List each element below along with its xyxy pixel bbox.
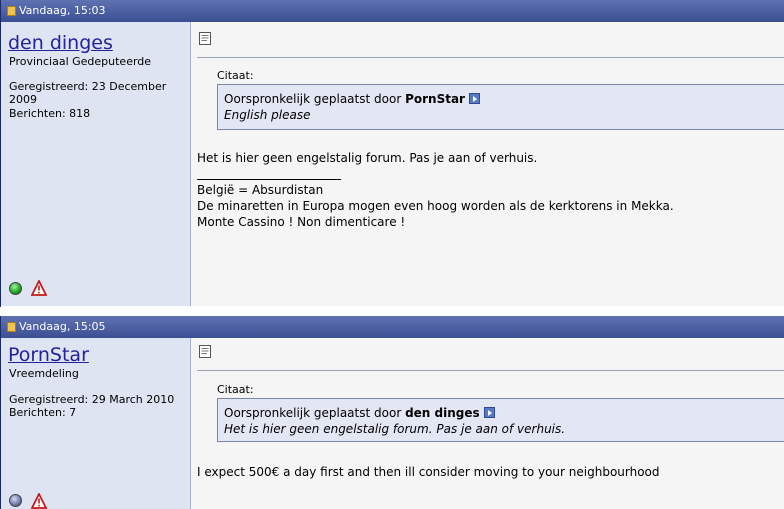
report-warning-icon[interactable] [31, 493, 47, 509]
signature-line: België = Absurdistan [197, 183, 324, 197]
quote-title: Citaat: [217, 69, 254, 82]
post-divider [197, 370, 784, 371]
quote-box: Oorspronkelijk geplaatst door den dinges… [217, 398, 784, 442]
signature-line: Monte Cassino ! Non dimenticare ! [197, 215, 406, 229]
post-message: I expect 500€ a day first and then ill c… [197, 465, 660, 479]
quote-box: Oorspronkelijk geplaatst door PornStar E… [217, 84, 784, 130]
signature-line: De minaretten in Europa mogen even hoog … [197, 199, 674, 213]
post-content: Citaat: Oorspronkelijk geplaatst door de… [191, 338, 784, 509]
post-header: Vandaag, 15:03 [1, 0, 784, 22]
post-document-icon [199, 345, 211, 358]
username-link[interactable]: PornStar [8, 344, 89, 366]
post-document-icon [199, 32, 211, 45]
quote-author: den dinges [405, 406, 480, 420]
offline-status-icon [9, 494, 22, 507]
user-sidebar: den dinges Provinciaal Gedeputeerde Gere… [1, 22, 191, 306]
user-post-count: Berichten: 7 [9, 406, 77, 419]
post-1: Vandaag, 15:03 den dinges Provinciaal Ge… [0, 0, 784, 307]
post-content: Citaat: Oorspronkelijk geplaatst door Po… [191, 22, 784, 306]
post-message: Het is hier geen engelstalig forum. Pas … [197, 151, 538, 165]
signature-divider [197, 179, 341, 180]
quote-author: PornStar [405, 92, 465, 106]
post-2: Vandaag, 15:05 PornStar Vreemdeling Gere… [0, 316, 784, 509]
post-date: Vandaag, 15:05 [19, 320, 106, 333]
user-post-count: Berichten: 818 [9, 107, 91, 120]
post-date: Vandaag, 15:03 [19, 4, 106, 17]
quote-text: Het is hier geen engelstalig forum. Pas … [224, 422, 566, 436]
post-date-icon [7, 322, 16, 332]
quote-prefix: Oorspronkelijk geplaatst door [224, 92, 402, 106]
online-status-icon [9, 282, 22, 295]
view-post-arrow-icon[interactable] [468, 93, 480, 104]
user-sidebar: PornStar Vreemdeling Geregistreerd: 29 M… [1, 338, 191, 509]
user-registered: Geregistreerd: 23 December 2009 [9, 80, 167, 106]
post-header: Vandaag, 15:05 [1, 316, 784, 338]
quote-title: Citaat: [217, 383, 254, 396]
user-rank: Vreemdeling [9, 367, 79, 380]
quote-prefix: Oorspronkelijk geplaatst door [224, 406, 402, 420]
username-link[interactable]: den dinges [8, 32, 113, 54]
view-post-arrow-icon[interactable] [483, 407, 495, 418]
user-registered: Geregistreerd: 29 March 2010 [9, 393, 175, 406]
post-divider [197, 57, 784, 58]
quote-text: English please [224, 108, 311, 122]
post-date-icon [7, 6, 16, 16]
user-rank: Provinciaal Gedeputeerde [9, 55, 152, 68]
report-warning-icon[interactable] [31, 280, 47, 296]
